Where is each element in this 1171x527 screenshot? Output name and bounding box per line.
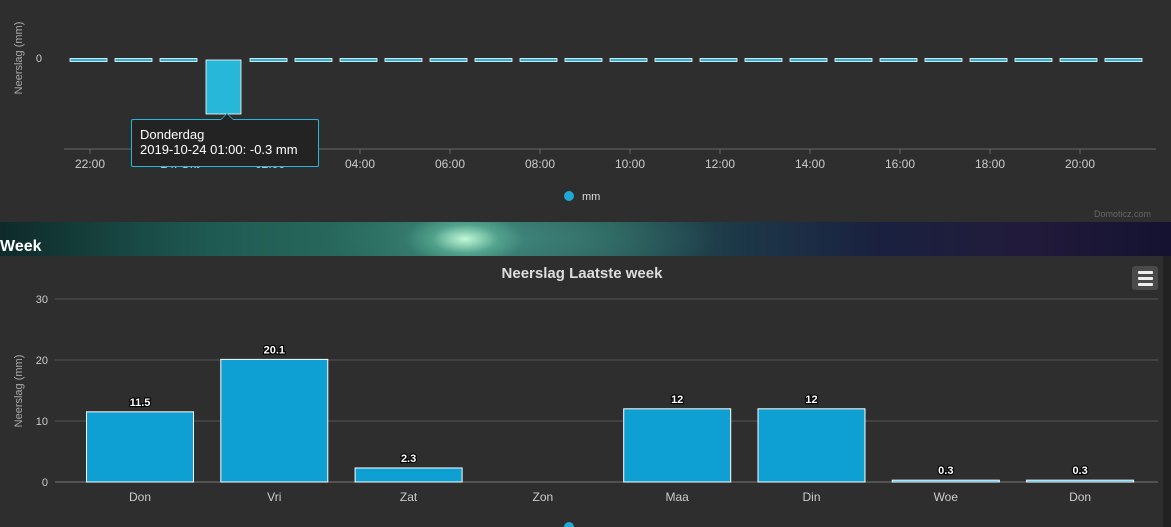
credits-link[interactable]: Domoticz.com: [1094, 209, 1151, 219]
data-label: 20.1: [264, 344, 285, 356]
bar-hour-8[interactable]: [429, 58, 468, 62]
bar-hour-7[interactable]: [384, 58, 423, 62]
data-label: 11.5: [130, 397, 151, 409]
data-label: 12: [805, 394, 817, 406]
x-tick-label: Woe: [934, 490, 959, 504]
legend[interactable]: mm: [564, 191, 600, 203]
hamburger-icon-line: [1137, 282, 1153, 286]
legend-label-mm: mm: [582, 191, 600, 203]
bar-hour-12[interactable]: [609, 58, 648, 62]
bar-vri[interactable]: [220, 358, 329, 483]
y-tick-label: 0: [42, 477, 48, 489]
hourly-precipitation-chart: Neerslag (mm) 0 22:0024. Okt02:0004:0006…: [13, 22, 1156, 203]
x-tick-label: Don: [1069, 490, 1091, 504]
x-tick-label: 20:00: [1065, 157, 1095, 171]
section-banner: Week: [0, 222, 1171, 256]
x-tick-label: 22:00: [75, 157, 105, 171]
x-tick-label: Zat: [400, 490, 418, 504]
bar-hour-15[interactable]: [744, 58, 783, 62]
bar-hour-21[interactable]: [1014, 58, 1053, 62]
bar-hour-14[interactable]: [699, 58, 738, 62]
chart-title: Neerslag Laatste week: [502, 265, 664, 282]
data-label: 0.3: [1072, 465, 1087, 477]
chart-menu-button[interactable]: [1132, 266, 1158, 290]
x-tick-label: 10:00: [615, 157, 645, 171]
data-label: 2.3: [401, 453, 416, 465]
x-tick-label: 04:00: [345, 157, 375, 171]
x-tick-label: 12:00: [705, 157, 735, 171]
tooltip: Donderdag 2019-10-24 01:00: -0.3 mm: [131, 113, 319, 167]
y-axis-title: Neerslag (mm): [13, 355, 25, 428]
bar-zat[interactable]: [354, 467, 463, 483]
y-tick-label: 20: [36, 355, 48, 367]
bar-hour-6[interactable]: [339, 58, 378, 62]
bar-din[interactable]: [757, 408, 866, 483]
bar-hour-0[interactable]: [69, 58, 108, 62]
tooltip-arrow: [220, 113, 234, 120]
bar-hour-18[interactable]: [879, 58, 918, 62]
bar-maa[interactable]: [623, 408, 732, 483]
legend-marker[interactable]: [564, 522, 574, 527]
bar-hour-9[interactable]: [474, 58, 513, 62]
bar-don[interactable]: [1026, 479, 1135, 483]
bar-hour-4[interactable]: [249, 58, 288, 62]
x-tick-label: 16:00: [885, 157, 915, 171]
x-tick-label: 08:00: [525, 157, 555, 171]
bar-hour-5[interactable]: [294, 58, 333, 62]
y-axis-title: Neerslag (mm): [13, 22, 25, 95]
bar-hour-19[interactable]: [924, 58, 963, 62]
x-tick-label: 14:00: [795, 157, 825, 171]
data-label: 0.3: [938, 465, 953, 477]
bar-hour-22[interactable]: [1059, 58, 1098, 62]
x-tick-label: 18:00: [975, 157, 1005, 171]
x-tick-label: Din: [802, 490, 820, 504]
bar-hour-17[interactable]: [834, 58, 873, 62]
y-tick-label: 0: [36, 53, 42, 65]
y-tick-label: 10: [36, 416, 48, 428]
section-title: Week: [0, 238, 42, 255]
x-tick-label: Don: [129, 490, 151, 504]
y-tick-label: 30: [36, 294, 48, 306]
bar-hour-2[interactable]: [159, 58, 198, 62]
hamburger-icon: [1137, 270, 1153, 274]
data-label: 12: [671, 394, 683, 406]
hamburger-icon-line: [1137, 276, 1153, 280]
bar-hour-1[interactable]: [114, 58, 153, 62]
bar-hour-20[interactable]: [969, 58, 1008, 62]
legend-marker-mm: [564, 191, 574, 201]
bar-hour-3[interactable]: [205, 59, 242, 115]
page-edge: [1163, 256, 1171, 527]
bar-hour-23[interactable]: [1104, 58, 1143, 62]
x-tick-label: Zon: [533, 490, 554, 504]
bar-don[interactable]: [86, 411, 194, 483]
bar-hour-10[interactable]: [519, 58, 558, 62]
bar-hour-11[interactable]: [564, 58, 603, 62]
tooltip-title: Donderdag: [140, 127, 205, 142]
weekly-precipitation-chart: Neerslag Laatste week Neerslag (mm) 0 10 2…: [13, 265, 1158, 527]
bar-hour-16[interactable]: [789, 58, 828, 62]
tooltip-body: 2019-10-24 01:00: -0.3 mm: [140, 142, 298, 157]
x-tick-label: Vri: [267, 490, 281, 504]
x-tick-label: Maa: [666, 490, 690, 504]
bar-hour-13[interactable]: [654, 58, 693, 62]
bar-woe[interactable]: [891, 479, 1000, 483]
x-tick-label: 06:00: [435, 157, 465, 171]
